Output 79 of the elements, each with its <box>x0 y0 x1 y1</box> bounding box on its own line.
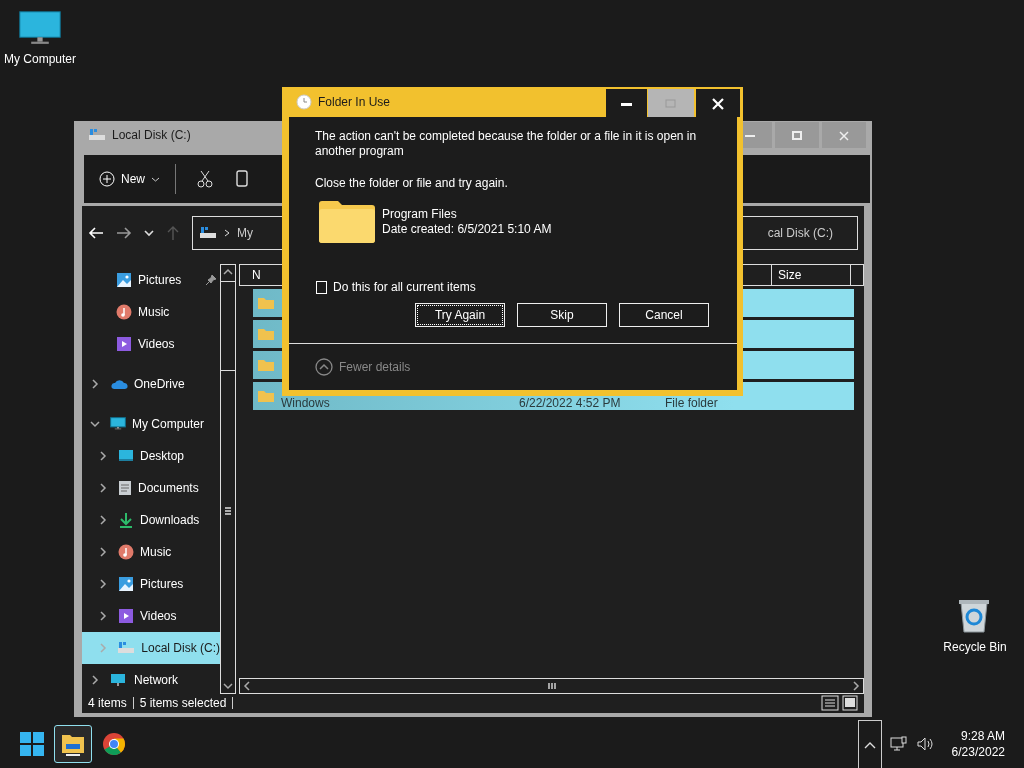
minimize-button[interactable] <box>606 89 648 117</box>
plus-icon <box>99 171 115 187</box>
vertical-scrollbar[interactable] <box>220 263 236 694</box>
scrollbar-thumb[interactable] <box>221 280 235 371</box>
speaker-icon[interactable] <box>915 736 936 752</box>
nav-item[interactable]: Videos <box>82 599 220 632</box>
folder-icon <box>318 200 376 244</box>
file-date: Date created: 6/5/2021 5:10 AM <box>382 222 552 237</box>
folder-taskbar-icon[interactable] <box>54 725 92 763</box>
horizontal-scrollbar[interactable] <box>239 677 864 694</box>
show-hidden-icons-button[interactable] <box>857 720 882 768</box>
file-name: Program Files <box>382 207 458 222</box>
picture-icon <box>116 271 132 288</box>
music-note-icon <box>116 303 132 320</box>
details-view-icon[interactable] <box>821 695 839 712</box>
checkbox[interactable] <box>316 280 327 294</box>
new-button[interactable]: New <box>96 167 163 191</box>
nav-item[interactable]: Music <box>82 535 220 568</box>
nav-item[interactable]: Music <box>82 295 220 328</box>
address-text: cal Disk (C:) <box>767 225 833 243</box>
close-icon <box>712 97 724 110</box>
nav-item[interactable]: Downloads <box>82 503 220 536</box>
close-icon <box>839 130 849 141</box>
nav-item[interactable]: Pictures <box>82 263 220 296</box>
drive-icon <box>88 128 106 142</box>
clock-icon <box>296 94 312 110</box>
chevron-right-icon <box>223 228 231 239</box>
download-icon <box>118 511 134 528</box>
clock[interactable]: 9:28 AM 6/23/2022 <box>951 728 1005 760</box>
minimize-icon <box>745 134 755 137</box>
folder-icon <box>257 357 275 372</box>
cloud-icon <box>110 377 128 390</box>
nav-item[interactable]: Videos <box>82 327 220 360</box>
dropdown-caret-icon[interactable] <box>144 228 154 239</box>
column-header[interactable]: Size <box>771 264 851 285</box>
desktop-icon-label[interactable]: My Computer <box>4 50 76 69</box>
maximize-icon <box>792 131 802 141</box>
drive-icon <box>117 640 136 655</box>
details-toggle[interactable]: Fewer details <box>315 358 411 376</box>
tiles-view-icon[interactable] <box>842 695 858 712</box>
nav-item[interactable]: My Computer <box>82 407 220 440</box>
picture-icon <box>118 575 134 592</box>
monitor-icon <box>110 416 126 431</box>
folder-icon <box>257 295 275 310</box>
dialog-button[interactable]: Skip <box>517 303 607 327</box>
window-title: Local Disk (C:) <box>112 127 191 144</box>
address-text: My <box>237 225 253 243</box>
music-note-icon <box>118 543 134 560</box>
nav-item[interactable]: Desktop <box>82 439 220 472</box>
grip-icon <box>546 680 557 691</box>
film-icon <box>116 335 132 352</box>
document-icon <box>118 479 132 496</box>
chevron-up-circle-icon <box>315 358 333 376</box>
folder-icon <box>257 388 275 403</box>
nav-item[interactable]: Local Disk (C:) <box>82 631 220 664</box>
dialog-button[interactable]: Cancel <box>619 303 709 327</box>
desktop-icon <box>118 448 134 463</box>
folder-icon <box>257 326 275 341</box>
drive-icon <box>199 226 217 241</box>
nav-item[interactable]: Pictures <box>82 567 220 600</box>
dialog-message: The action can't be completed because the folder or a file in it is open in another program <box>314 128 698 159</box>
chevron-up-icon <box>863 740 876 749</box>
desktop-icon-label[interactable]: Recycle Bin <box>943 638 1007 656</box>
grip-icon <box>223 505 233 516</box>
network-status-icon[interactable] <box>889 736 908 752</box>
status-text: 4 items <box>88 695 127 713</box>
checkbox-label[interactable]: Do this for all current items <box>333 278 476 296</box>
dialog-button[interactable]: Try Again <box>415 303 505 327</box>
close-button[interactable] <box>694 89 740 117</box>
copy-icon[interactable] <box>234 170 250 188</box>
network-icon <box>110 672 128 687</box>
nav-item[interactable]: Documents <box>82 471 220 504</box>
dialog-title: Folder In Use <box>318 94 391 111</box>
nav-item[interactable]: OneDrive <box>82 367 220 400</box>
scissors-icon[interactable] <box>196 170 214 188</box>
status-text: 5 items selected <box>139 695 227 713</box>
film-icon <box>118 607 134 624</box>
dialog-instruction: Close the folder or file and try again. <box>314 175 509 192</box>
nav-item[interactable]: Network <box>82 663 220 694</box>
